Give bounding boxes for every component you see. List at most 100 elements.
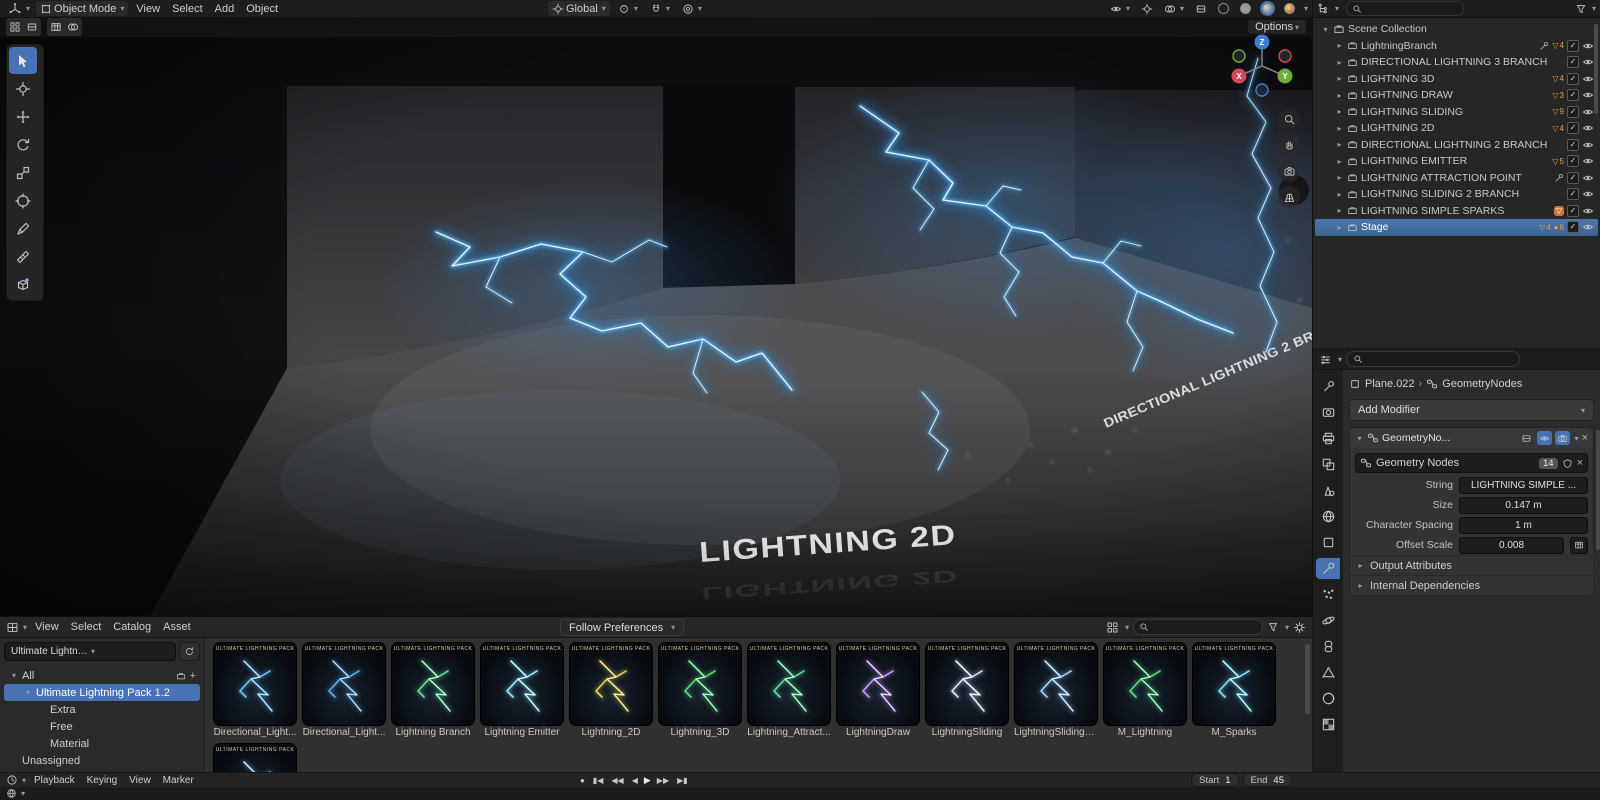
particles-tab[interactable] [1316,584,1340,605]
outliner-row[interactable]: ▸ LIGHTNING 2D ▽ ▽4 ● ✓ [1315,120,1598,137]
disclosure-triangle-icon[interactable]: ▸ [1335,223,1344,232]
checkbox-icon[interactable]: ✓ [1567,138,1579,151]
asset-grid-scrollbar[interactable] [1305,644,1310,714]
eye-icon[interactable] [1582,106,1594,118]
disclosure-triangle-icon[interactable]: ▸ [1335,173,1344,182]
disclosure-triangle-icon[interactable]: ▾ [1321,25,1330,34]
select-mode-new-icon[interactable] [7,19,23,35]
asset-browser-menu-item[interactable]: Catalog [107,620,157,635]
asset-thumbnail[interactable]: ULTIMATE LIGHTNING PACK [747,642,831,726]
outliner-row[interactable]: ▸ LIGHTNING SLIDING 2 BRANCH ▽ ▽ ● ✓ [1315,186,1598,203]
outliner-row[interactable]: ▸ DIRECTIONAL LIGHTNING 3 BRANCH ▽ ▽ ● ✓ [1315,54,1598,71]
outliner-row[interactable]: ▸ LIGHTNING ATTRACTION POINT ▽ ▽ ● ✓ [1315,170,1598,187]
output-tab[interactable] [1316,428,1340,449]
disclosure-triangle-icon[interactable]: ▸ [1335,206,1344,215]
modifier-extras-dropdown-icon[interactable]: ▾ [1575,434,1579,443]
move-tool[interactable] [9,103,37,130]
outliner-row[interactable]: ▸ LIGHTNING 3D ▽ ▽4 ● ✓ [1315,71,1598,88]
select-options-icon[interactable] [65,19,81,35]
catalog-expand-icon[interactable]: ▾ [10,671,18,680]
asset-thumbnail[interactable]: ULTIMATE LIGHTNING PACK [1014,642,1098,726]
shading-dropdown-icon[interactable]: ▾ [1304,4,1308,13]
checkbox-icon[interactable]: ✓ [1567,122,1579,135]
node-group-users-badge[interactable]: 14 [1538,457,1558,469]
scene-tab[interactable] [1316,480,1340,501]
field-value[interactable]: LIGHTNING SIMPLE ... [1459,476,1588,494]
realtime-display-toggle[interactable] [1536,431,1552,445]
object-tab[interactable] [1316,532,1340,553]
mode-dropdown[interactable]: Object Mode ▾ [36,1,129,16]
field-value[interactable]: 0.008 [1459,536,1564,554]
asset-card[interactable]: ULTIMATE LIGHTNING PACK Lightning Emitte… [480,642,564,739]
asset-thumbnail[interactable]: ULTIMATE LIGHTNING PACK [302,642,386,726]
add-catalog-icon[interactable]: + [190,670,196,682]
outliner-row[interactable]: ▸ LIGHTNING EMITTER ▽ ▽5 ● ✓ [1315,153,1598,170]
properties-scrollbar[interactable] [1596,430,1600,550]
eye-icon[interactable] [1582,172,1594,184]
asset-browser-menu-item[interactable]: Asset [157,620,197,635]
asset-card[interactable]: ULTIMATE LIGHTNING PACK LightningSliding [925,642,1009,739]
catalog-expand-icon[interactable]: ▾ [24,688,32,697]
filter-dropdown-icon[interactable]: ▾ [1592,4,1596,13]
snap-toggle[interactable]: ▾ [646,1,674,16]
eye-icon[interactable] [1582,40,1594,52]
checkbox-icon[interactable]: ✓ [1567,204,1579,217]
status-globe-icon[interactable] [6,788,17,799]
navigation-gizmo[interactable]: Z X Y [1226,28,1298,100]
render-tab[interactable] [1316,402,1340,423]
viewport-menu-item[interactable]: Select [166,1,209,16]
start-frame-field[interactable]: Start 1 [1191,773,1239,787]
constraints-tab[interactable] [1316,636,1340,657]
asset-thumbnail[interactable]: ULTIMATE LIGHTNING PACK [213,642,297,726]
asset-thumbnail[interactable]: ULTIMATE LIGHTNING PACK [925,642,1009,726]
checkbox-icon[interactable]: ✓ [1567,188,1579,201]
checkbox-icon[interactable]: ✓ [1567,171,1579,184]
jump-to-start-button[interactable]: ▮◀ [591,776,606,785]
end-frame-field[interactable]: End 45 [1242,773,1292,787]
eye-icon[interactable] [1582,73,1594,85]
asset-library-dropdown[interactable]: Ultimate Lightning Pack v1.2 ▾ [4,642,176,661]
fake-user-shield-icon[interactable] [1562,458,1573,469]
proportional-editing-toggle[interactable]: ▾ [678,1,706,16]
outliner-scrollbar[interactable] [1594,24,1598,114]
add-cube-tool[interactable] [9,271,37,298]
checkbox-icon[interactable]: ✓ [1567,56,1579,69]
camera-view-button[interactable] [1278,160,1300,182]
subpanel-row[interactable]: ▸ Internal Dependencies [1350,575,1593,595]
disclosure-triangle-icon[interactable]: ▸ [1335,74,1344,83]
modifier-name[interactable]: GeometryNo... [1382,432,1450,444]
timeline-menu-item[interactable]: View [123,774,157,786]
catalog-row[interactable]: Extra + [4,701,200,718]
catalog-row[interactable]: Free + [4,718,200,735]
catalog-row[interactable]: Material + [4,735,200,752]
timeline-menu-item[interactable]: Keying [81,774,124,786]
asset-card[interactable]: ULTIMATE LIGHTNING PACK Directional_Ligh… [213,642,297,739]
select-through-icon[interactable] [48,19,64,35]
rotate-tool[interactable] [9,131,37,158]
viewport-menu-item[interactable]: View [130,1,166,16]
next-keyframe-button[interactable]: ▶▶ [655,776,671,785]
status-dropdown-icon[interactable]: ▾ [21,789,25,798]
asset-thumbnail[interactable]: ULTIMATE LIGHTNING PACK [391,642,475,726]
modifiers-tab[interactable] [1316,558,1340,579]
shading-solid-button[interactable] [1236,1,1255,16]
modifier-close-icon[interactable]: × [1582,432,1588,444]
object-data-tab[interactable] [1316,662,1340,683]
subpanel-expand-icon[interactable]: ▸ [1356,581,1365,590]
eye-icon[interactable] [1582,122,1594,134]
checkbox-icon[interactable]: ✓ [1567,221,1579,234]
shading-rendered-button[interactable] [1280,1,1299,16]
display-settings-dropdown-icon[interactable]: ▾ [1125,623,1129,632]
disclosure-triangle-icon[interactable]: ▸ [1335,41,1344,50]
play-reverse-button[interactable]: ◀ [630,776,640,785]
render-display-toggle[interactable] [1554,431,1570,445]
asset-card[interactable]: ULTIMATE LIGHTNING PACK Lightning_2D [569,642,653,739]
catalog-archive-icon[interactable] [176,671,186,681]
gizmo-x-neg[interactable] [1278,49,1292,63]
disclosure-triangle-icon[interactable]: ▸ [1335,157,1344,166]
3d-viewport[interactable]: .gw{stroke:#2b86d9;stroke-width:9;opacit… [0,0,1313,616]
edit-mode-toggle[interactable] [1519,431,1534,445]
breadcrumb-object[interactable]: Plane.022 [1365,378,1415,390]
scale-tool[interactable] [9,159,37,186]
asset-thumbnail[interactable]: ULTIMATE LIGHTNING PACK [1192,642,1276,726]
